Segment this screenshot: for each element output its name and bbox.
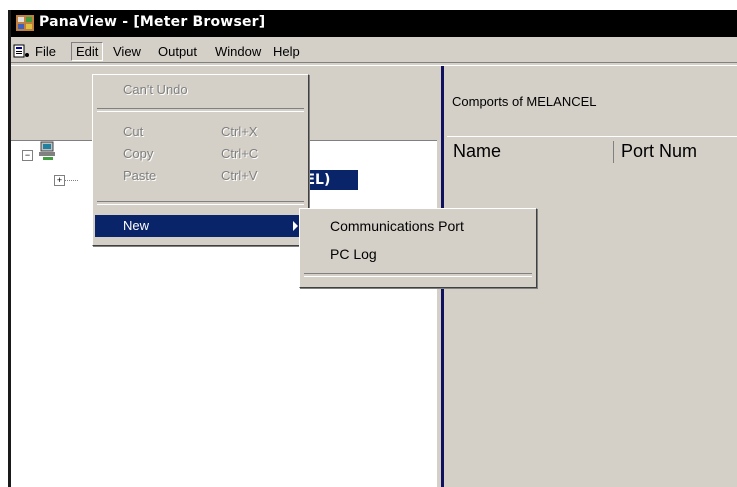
menu-output[interactable]: Output — [154, 43, 201, 60]
edit-menu-dropdown: Can't Undo Cut Ctrl+X Copy Ctrl+C Paste … — [92, 74, 309, 246]
menu-item-cut: Cut Ctrl+X — [95, 121, 306, 143]
cut-label: Cut — [123, 124, 144, 139]
menu-view[interactable]: View — [109, 43, 145, 60]
new-label: New — [123, 218, 150, 233]
menu-bar: File Edit View Output Window Help — [11, 40, 737, 62]
paste-shortcut: Ctrl+V — [221, 168, 258, 183]
column-header-port-num[interactable]: Port Num — [621, 141, 737, 163]
document-system-icon[interactable] — [13, 43, 31, 59]
menu-item-undo: Can't Undo — [95, 79, 306, 101]
network-computer-icon — [39, 141, 55, 160]
menu-separator — [97, 108, 304, 112]
tree-connector-line — [64, 180, 78, 181]
menu-edit[interactable]: Edit — [71, 42, 104, 61]
menu-item-new[interactable]: New — [95, 215, 306, 237]
copy-label: Copy — [123, 146, 154, 161]
paste-label: Paste — [123, 168, 157, 183]
submenu-item-pc-log[interactable]: PC Log — [330, 243, 377, 265]
menu-file[interactable]: File — [31, 43, 60, 60]
menu-item-copy: Copy Ctrl+C — [95, 143, 306, 165]
menu-separator — [97, 201, 304, 205]
title-bar[interactable]: PanaView - [Meter Browser] — [11, 10, 737, 37]
column-header-name[interactable]: Name — [453, 141, 614, 163]
panaview-app-icon — [16, 15, 34, 31]
menu-help[interactable]: Help — [269, 43, 304, 60]
new-submenu: Communications Port PC Log — [299, 208, 537, 288]
submenu-separator — [304, 273, 532, 277]
list-header: Name Port Num — [447, 136, 737, 165]
tree-collapse-icon[interactable]: − — [22, 150, 33, 161]
cut-shortcut: Ctrl+X — [221, 124, 258, 139]
menu-item-paste: Paste Ctrl+V — [95, 165, 306, 187]
menu-window[interactable]: Window — [211, 43, 265, 60]
copy-shortcut: Ctrl+C — [221, 146, 259, 161]
undo-label: Can't Undo — [123, 82, 188, 97]
submenu-arrow-icon — [293, 221, 298, 231]
comports-title: Comports of MELANCEL — [452, 94, 597, 109]
submenu-item-communications-port[interactable]: Communications Port — [330, 215, 464, 237]
window-title: PanaView - [Meter Browser] — [39, 14, 266, 30]
